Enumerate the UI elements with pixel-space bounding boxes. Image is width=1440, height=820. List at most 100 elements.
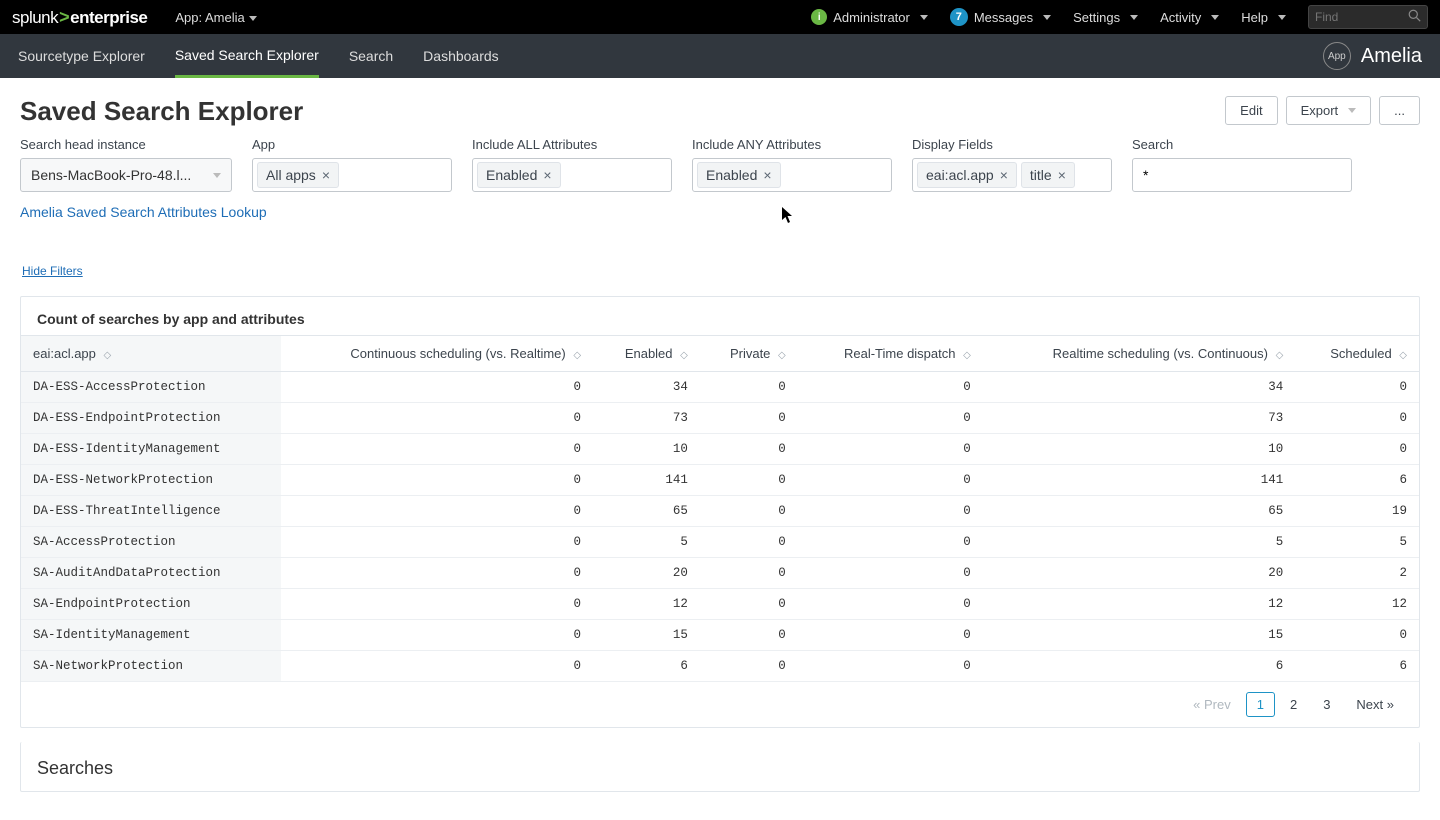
table-row[interactable]: DA-ESS-AccessProtection03400340 (21, 372, 1419, 403)
nav-saved-search-explorer[interactable]: Saved Search Explorer (175, 34, 319, 78)
token-title[interactable]: title× (1021, 162, 1075, 188)
column-header[interactable]: Realtime scheduling (vs. Continuous) ◇ (983, 336, 1295, 372)
cell-value: 141 (983, 465, 1295, 496)
column-header[interactable]: eai:acl.app ◇ (21, 336, 281, 372)
cell-value: 0 (798, 651, 983, 682)
settings-menu[interactable]: Settings (1073, 10, 1138, 25)
display-fields-token-input[interactable]: eai:acl.app× title× (912, 158, 1112, 192)
table-row[interactable]: SA-NetworkProtection060066 (21, 651, 1419, 682)
help-menu[interactable]: Help (1241, 10, 1286, 25)
app-switcher[interactable]: App: Amelia (175, 10, 256, 25)
token-all-apps[interactable]: All apps× (257, 162, 339, 188)
pagination-page-3[interactable]: 3 (1312, 692, 1341, 717)
column-header[interactable]: Real-Time dispatch ◇ (798, 336, 983, 372)
filter-label-display-fields: Display Fields (912, 137, 1112, 152)
pagination-page-2[interactable]: 2 (1279, 692, 1308, 717)
cell-value: 0 (700, 465, 798, 496)
pagination-prev: « Prev (1182, 692, 1242, 717)
lookup-link[interactable]: Amelia Saved Search Attributes Lookup (20, 204, 267, 220)
cell-value: 0 (700, 372, 798, 403)
nav-sourcetype-explorer[interactable]: Sourcetype Explorer (18, 34, 145, 78)
app-icon[interactable]: App (1323, 42, 1351, 70)
results-table: eai:acl.app ◇Continuous scheduling (vs. … (21, 335, 1419, 682)
cell-value: 20 (983, 558, 1295, 589)
cell-value: 0 (281, 403, 593, 434)
caret-down-icon (920, 15, 928, 20)
search-icon[interactable] (1408, 9, 1421, 25)
caret-down-icon (1348, 108, 1356, 113)
caret-down-icon (1211, 15, 1219, 20)
table-row[interactable]: DA-ESS-IdentityManagement01000100 (21, 434, 1419, 465)
table-row[interactable]: SA-AuditAndDataProtection02000202 (21, 558, 1419, 589)
cell-value: 12 (593, 589, 700, 620)
pagination-page-1[interactable]: 1 (1246, 692, 1275, 717)
caret-down-icon (249, 16, 257, 21)
caret-down-icon (1043, 15, 1051, 20)
include-all-token-input[interactable]: Enabled× (472, 158, 672, 192)
remove-token-icon[interactable]: × (1000, 167, 1008, 183)
column-header[interactable]: Continuous scheduling (vs. Realtime) ◇ (281, 336, 593, 372)
edit-button[interactable]: Edit (1225, 96, 1277, 125)
cell-value: 12 (983, 589, 1295, 620)
cell-value: 34 (983, 372, 1295, 403)
cell-value: 0 (798, 372, 983, 403)
remove-token-icon[interactable]: × (322, 167, 330, 183)
cell-value: 15 (593, 620, 700, 651)
cell-value: 0 (1295, 434, 1419, 465)
nav-dashboards[interactable]: Dashboards (423, 34, 499, 78)
find-input[interactable] (1315, 10, 1405, 24)
search-head-dropdown[interactable]: Bens-MacBook-Pro-48.l... (20, 158, 232, 192)
table-row[interactable]: SA-EndpointProtection012001212 (21, 589, 1419, 620)
cell-value: 19 (1295, 496, 1419, 527)
messages-count-badge: 7 (950, 8, 968, 26)
remove-token-icon[interactable]: × (1058, 167, 1066, 183)
cell-app: DA-ESS-NetworkProtection (21, 465, 281, 496)
more-actions-button[interactable]: ... (1379, 96, 1420, 125)
cell-value: 0 (700, 558, 798, 589)
table-row[interactable]: DA-ESS-ThreatIntelligence065006519 (21, 496, 1419, 527)
token-eai-acl-app[interactable]: eai:acl.app× (917, 162, 1017, 188)
cell-value: 0 (281, 558, 593, 589)
cell-value: 6 (593, 651, 700, 682)
table-row[interactable]: SA-AccessProtection050055 (21, 527, 1419, 558)
column-header[interactable]: Enabled ◇ (593, 336, 700, 372)
table-row[interactable]: DA-ESS-EndpointProtection07300730 (21, 403, 1419, 434)
app-token-input[interactable]: All apps× (252, 158, 452, 192)
include-any-token-input[interactable]: Enabled× (692, 158, 892, 192)
cell-value: 0 (281, 651, 593, 682)
cell-value: 73 (593, 403, 700, 434)
splunk-logo[interactable]: splunk>enterprise (12, 7, 147, 28)
cell-value: 5 (983, 527, 1295, 558)
filter-label-search: Search (1132, 137, 1352, 152)
cell-value: 20 (593, 558, 700, 589)
cell-value: 5 (593, 527, 700, 558)
remove-token-icon[interactable]: × (763, 167, 771, 183)
token-enabled[interactable]: Enabled× (697, 162, 781, 188)
messages-menu[interactable]: 7 Messages (950, 8, 1051, 26)
nav-search[interactable]: Search (349, 34, 393, 78)
hide-filters-link[interactable]: Hide Filters (20, 260, 85, 282)
export-button[interactable]: Export (1286, 96, 1372, 125)
cell-value: 65 (593, 496, 700, 527)
token-enabled[interactable]: Enabled× (477, 162, 561, 188)
cell-value: 0 (798, 434, 983, 465)
table-row[interactable]: SA-IdentityManagement01500150 (21, 620, 1419, 651)
cell-app: SA-EndpointProtection (21, 589, 281, 620)
cell-value: 0 (700, 527, 798, 558)
cell-value: 34 (593, 372, 700, 403)
caret-down-icon (1130, 15, 1138, 20)
table-row[interactable]: DA-ESS-NetworkProtection0141001416 (21, 465, 1419, 496)
pagination-next[interactable]: Next » (1345, 692, 1405, 717)
activity-menu[interactable]: Activity (1160, 10, 1219, 25)
find-input-container[interactable] (1308, 5, 1428, 29)
cell-value: 0 (281, 527, 593, 558)
cell-value: 2 (1295, 558, 1419, 589)
cell-value: 0 (281, 434, 593, 465)
search-filter-input[interactable] (1132, 158, 1352, 192)
cell-value: 0 (1295, 403, 1419, 434)
administrator-menu[interactable]: i Administrator (811, 9, 928, 25)
column-header[interactable]: Private ◇ (700, 336, 798, 372)
remove-token-icon[interactable]: × (543, 167, 551, 183)
cell-value: 0 (798, 589, 983, 620)
column-header[interactable]: Scheduled ◇ (1295, 336, 1419, 372)
